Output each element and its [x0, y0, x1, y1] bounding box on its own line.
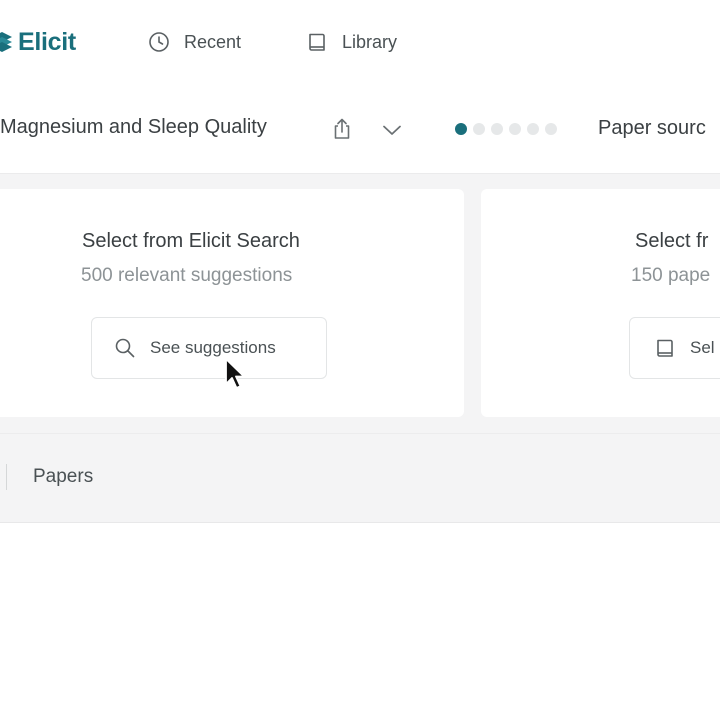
card-subtitle: 150 pape	[631, 265, 711, 286]
select-from-library-label: Sel	[690, 338, 715, 357]
clock-icon	[149, 32, 169, 52]
papers-tab[interactable]: Papers	[33, 466, 93, 488]
nav-library[interactable]: Library	[306, 29, 397, 55]
step-dot-1[interactable]	[455, 123, 467, 135]
step-dot-6[interactable]	[545, 123, 557, 135]
project-title: Magnesium and Sleep Quality	[0, 116, 267, 138]
step-dot-4[interactable]	[509, 123, 521, 135]
see-suggestions-label: See suggestions	[150, 338, 276, 357]
library-source-card: Select fr 150 pape Sel	[481, 189, 720, 417]
papers-bar: Papers	[0, 433, 720, 523]
book-icon	[657, 339, 673, 357]
brand-name: Elicit	[18, 27, 76, 56]
divider	[6, 464, 7, 490]
nav-library-label: Library	[342, 31, 398, 52]
elicit-logo[interactable]: Elicit	[0, 26, 76, 58]
step-progress	[455, 123, 557, 135]
share-button[interactable]	[329, 116, 355, 142]
card-title: Select from Elicit Search	[82, 230, 300, 252]
step-title: Paper sourc	[598, 117, 706, 139]
project-header: Magnesium and Sleep Quality Paper sourc	[0, 86, 720, 173]
step-dot-2[interactable]	[473, 123, 485, 135]
nav-recent-label: Recent	[184, 31, 242, 52]
share-icon	[334, 118, 350, 139]
top-nav: Elicit Recent Library	[0, 0, 720, 86]
nav-recent[interactable]: Recent	[148, 29, 241, 55]
select-from-library-button[interactable]: Sel	[629, 317, 720, 379]
project-dropdown-button[interactable]	[379, 117, 405, 143]
book-icon	[309, 33, 325, 51]
source-selection-area: Select from Elicit Search 500 relevant s…	[0, 173, 720, 434]
card-title: Select fr	[635, 230, 709, 252]
search-icon	[115, 338, 135, 358]
chevron-down-icon	[383, 125, 401, 135]
card-subtitle: 500 relevant suggestions	[81, 265, 293, 286]
step-dot-3[interactable]	[491, 123, 503, 135]
see-suggestions-button[interactable]: See suggestions	[91, 317, 327, 379]
elicit-logo-icon	[0, 32, 12, 52]
elicit-search-card: Select from Elicit Search 500 relevant s…	[0, 189, 464, 417]
step-dot-5[interactable]	[527, 123, 539, 135]
